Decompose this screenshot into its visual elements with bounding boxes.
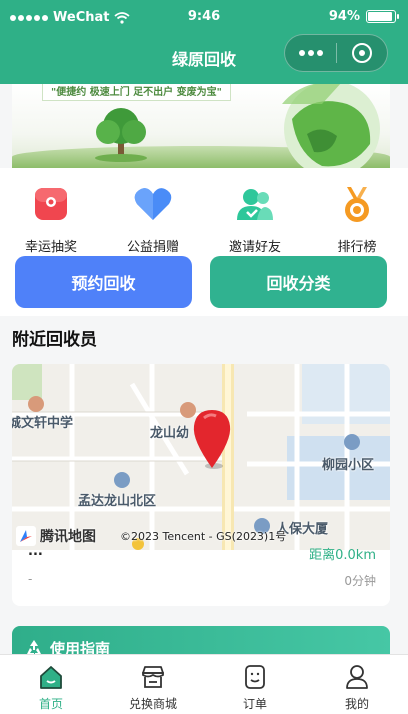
tab-home[interactable]: 首页 [0, 655, 102, 714]
close-mini-program-icon[interactable] [337, 43, 387, 63]
map-poi: 龙山幼 [150, 426, 190, 441]
heart-icon [133, 184, 173, 224]
map-logo-text: 腾讯地图 [40, 529, 96, 545]
tab-label: 订单 [242, 697, 267, 711]
lucky-draw-icon [31, 184, 71, 224]
nearby-map[interactable]: 城文轩中学 龙山幼 柳园小区 孟达龙山北区 人保大厦 腾讯地图 ©2023 Te… [12, 364, 390, 550]
map-poi: 柳园小区 [322, 458, 375, 473]
tab-shop[interactable]: 兑换商城 [102, 655, 204, 714]
map-copyright: ©2023 Tencent - GS(2023)1号 [120, 530, 287, 543]
battery-percent: 94% [328, 9, 360, 24]
nearby-collectors-title: 附近回收员 [12, 330, 97, 350]
mini-program-capsule [284, 34, 388, 72]
profile-icon [343, 663, 371, 691]
menu-label: 公益捐赠 [126, 240, 179, 255]
collector-eta: 0分钟 [344, 574, 376, 588]
map-provider-logo: 腾讯地图 [16, 526, 96, 546]
menu-invite-friends[interactable]: 邀请好友 [204, 168, 306, 256]
quick-menu: 幸运抽奖 公益捐赠 邀请好友 排行榜 [0, 168, 408, 256]
collector-distance: 距离0.0km [309, 548, 376, 563]
medal-icon [337, 184, 377, 224]
recycling-category-button[interactable]: 回收分类 [210, 256, 387, 308]
tab-label: 兑换商城 [128, 697, 177, 711]
menu-charity-donation[interactable]: 公益捐赠 [102, 168, 204, 256]
more-icon[interactable] [285, 50, 336, 56]
menu-leaderboard[interactable]: 排行榜 [306, 168, 408, 256]
tab-orders[interactable]: 订单 [204, 655, 306, 714]
map-poi: 城文轩中学 [12, 416, 74, 431]
book-recycling-button[interactable]: 预约回收 [15, 256, 192, 308]
order-icon [241, 663, 269, 691]
globe-illustration [282, 84, 380, 168]
menu-label: 邀请好友 [228, 240, 281, 255]
menu-label: 排行榜 [337, 240, 377, 255]
map-poi: 孟达龙山北区 [78, 494, 157, 509]
battery-status: 94% [328, 9, 399, 24]
top-bar: WeChat 9:46 94% 绿原回收 [0, 0, 408, 84]
location-pin-icon[interactable] [192, 408, 232, 470]
menu-lucky-draw[interactable]: 幸运抽奖 [0, 168, 102, 256]
banner-slogan: "便捷约 极速上门 足不出户 变废为宝" [42, 84, 231, 101]
tab-label: 首页 [38, 697, 63, 711]
invite-friends-icon [235, 184, 275, 224]
status-bar: WeChat 9:46 94% [0, 0, 408, 34]
tab-label: 我的 [344, 697, 369, 711]
shop-icon [139, 663, 167, 691]
collector-detail: - [28, 572, 33, 586]
battery-icon [366, 10, 399, 23]
collector-name: ... [28, 544, 43, 559]
tab-profile[interactable]: 我的 [306, 655, 408, 714]
bottom-tab-bar: 首页 兑换商城 订单 我的 [0, 654, 408, 714]
menu-label: 幸运抽奖 [24, 240, 77, 255]
tree-illustration [95, 108, 147, 162]
home-icon [37, 663, 65, 691]
action-buttons: 预约回收 回收分类 [0, 256, 408, 316]
home-banner[interactable]: "便捷约 极速上门 足不出户 变废为宝" [12, 84, 390, 168]
nearby-collector-card: 城文轩中学 龙山幼 柳园小区 孟达龙山北区 人保大厦 腾讯地图 ©2023 Te… [12, 364, 390, 606]
compass-icon [16, 526, 36, 546]
